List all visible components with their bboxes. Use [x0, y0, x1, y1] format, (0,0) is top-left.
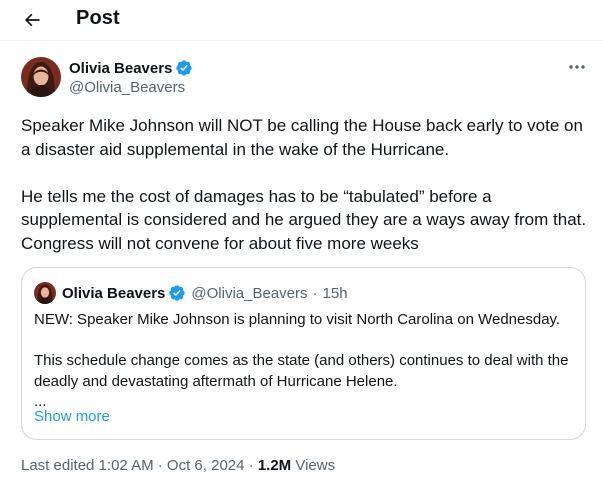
- page-title: Post: [76, 7, 120, 29]
- post-metadata: Last edited 1:02 AM · Oct 6, 2024 · 1.2M…: [21, 457, 335, 474]
- quoted-tweet[interactable]: Olivia Beavers @Olivia_Beavers · 15h NEW…: [21, 267, 586, 440]
- quoted-author-name: Olivia Beavers: [62, 284, 166, 302]
- show-more-link[interactable]: Show more: [34, 408, 110, 425]
- author-name-row: Olivia Beavers: [69, 59, 193, 77]
- header-divider: [0, 40, 603, 41]
- tweet-text: Speaker Mike Johnson will NOT be calling…: [21, 116, 587, 253]
- arrow-left-icon: [24, 13, 40, 27]
- quoted-separator: ·: [312, 284, 318, 302]
- views-label: Views: [295, 457, 336, 474]
- quoted-author-avatar: [34, 282, 56, 304]
- quoted-text: NEW: Speaker Mike Johnson is planning to…: [34, 311, 569, 410]
- more-options-button[interactable]: [562, 57, 592, 77]
- page-header: Post: [0, 0, 603, 40]
- verified-badge-icon[interactable]: [175, 59, 193, 77]
- author-avatar[interactable]: [21, 57, 61, 97]
- back-button[interactable]: [16, 4, 48, 36]
- quoted-handle: @Olivia_Beavers: [191, 284, 308, 302]
- views-count: 1.2M: [257, 457, 292, 474]
- edited-timestamp[interactable]: Last edited 1:02 AM · Oct 6, 2024 ·: [21, 457, 254, 474]
- quoted-header: Olivia Beavers @Olivia_Beavers · 15h: [62, 284, 348, 302]
- author-handle[interactable]: @Olivia_Beavers: [69, 79, 185, 96]
- author-name[interactable]: Olivia Beavers: [69, 60, 172, 77]
- more-horizontal-icon: [569, 65, 585, 69]
- quoted-timestamp: 15h: [322, 284, 348, 302]
- verified-badge-icon: [169, 285, 186, 301]
